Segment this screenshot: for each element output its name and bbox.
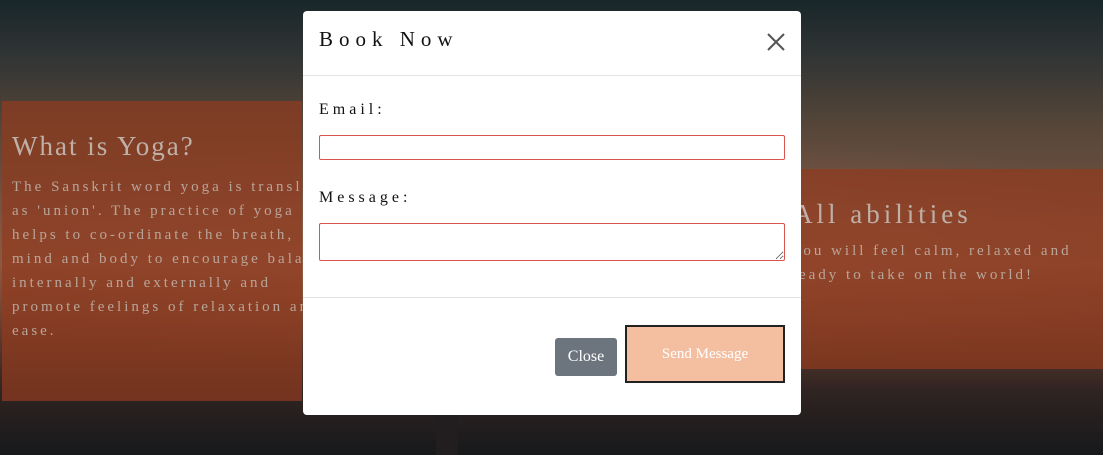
modal-footer-divider	[303, 297, 801, 298]
close-button[interactable]: Close	[555, 338, 617, 376]
close-icon[interactable]	[765, 31, 787, 53]
book-now-modal: Book Now Email: Message: Close Send Mess…	[303, 11, 801, 415]
email-label: Email:	[319, 101, 386, 118]
send-message-button[interactable]: Send Message	[625, 325, 785, 383]
message-field[interactable]	[319, 223, 785, 261]
modal-title: Book Now	[319, 27, 459, 51]
message-label: Message:	[319, 189, 412, 206]
modal-header: Book Now	[303, 11, 801, 76]
email-field[interactable]	[319, 135, 785, 160]
